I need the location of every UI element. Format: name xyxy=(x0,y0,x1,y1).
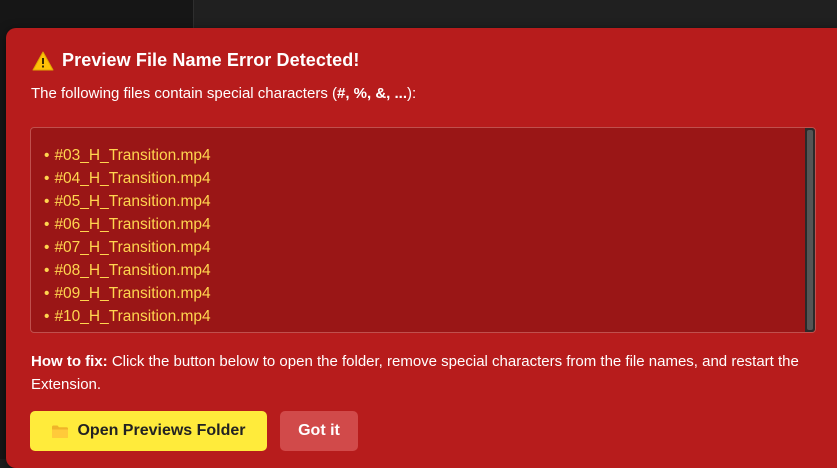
list-item: • #05_H_Transition.mp4 xyxy=(44,190,211,213)
bullet: • xyxy=(44,308,50,325)
bullet: • xyxy=(44,170,50,187)
bullet: • xyxy=(44,216,50,233)
list-item: • #07_H_Transition.mp4 xyxy=(44,236,211,259)
folder-icon xyxy=(52,425,69,438)
how-to-fix-label: How to fix: xyxy=(31,353,108,370)
file-name: #10_H_Transition.mp4 xyxy=(54,308,211,325)
bullet: • xyxy=(44,147,50,164)
file-name-error-dialog: Preview File Name Error Detected! The fo… xyxy=(6,28,837,468)
list-item: • #06_H_Transition.mp4 xyxy=(44,213,211,236)
bullet: • xyxy=(44,193,50,210)
special-characters: #, %, &, ... xyxy=(336,85,408,102)
list-item: • #08_H_Transition.mp4 xyxy=(44,259,211,282)
dialog-header: Preview File Name Error Detected! xyxy=(32,50,359,71)
file-name: #05_H_Transition.mp4 xyxy=(54,193,211,210)
bullet: • xyxy=(44,285,50,302)
subtitle-suffix: ): xyxy=(407,85,417,102)
file-name: #06_H_Transition.mp4 xyxy=(54,216,211,233)
list-item: • #03_H_Transition.mp4 xyxy=(44,144,211,167)
list-item: • #10_H_Transition.mp4 xyxy=(44,305,211,328)
got-it-button[interactable]: Got it xyxy=(280,411,358,451)
how-to-fix-text: How to fix: Click the button below to op… xyxy=(31,350,821,396)
got-it-label: Got it xyxy=(298,422,340,439)
dialog-title: Preview File Name Error Detected! xyxy=(62,50,360,70)
file-list-box[interactable]: • #03_H_Transition.mp4 • #04_H_Transition.… xyxy=(30,127,816,333)
open-previews-folder-label: Open Previews Folder xyxy=(77,422,246,439)
scrollbar-thumb[interactable] xyxy=(807,130,813,330)
file-name: #04_H_Transition.mp4 xyxy=(54,170,211,187)
open-previews-folder-button[interactable]: Open Previews Folder xyxy=(30,411,267,451)
dialog-subtitle: The following files contain special char… xyxy=(31,85,416,102)
file-name: #03_H_Transition.mp4 xyxy=(54,147,211,164)
file-name: #07_H_Transition.mp4 xyxy=(54,239,211,256)
how-to-fix-instructions: Click the button below to open the folde… xyxy=(31,353,799,393)
file-list: • #03_H_Transition.mp4 • #04_H_Transition.… xyxy=(44,144,211,328)
subtitle-prefix: The following files contain special char… xyxy=(31,85,337,102)
warning-triangle-icon xyxy=(32,51,54,70)
scrollbar-track[interactable] xyxy=(805,128,815,332)
list-item: • #09_H_Transition.mp4 xyxy=(44,282,211,305)
bullet: • xyxy=(44,239,50,256)
file-name: #08_H_Transition.mp4 xyxy=(54,262,211,279)
list-item: • #04_H_Transition.mp4 xyxy=(44,167,211,190)
file-name: #09_H_Transition.mp4 xyxy=(54,285,211,302)
bullet: • xyxy=(44,262,50,279)
